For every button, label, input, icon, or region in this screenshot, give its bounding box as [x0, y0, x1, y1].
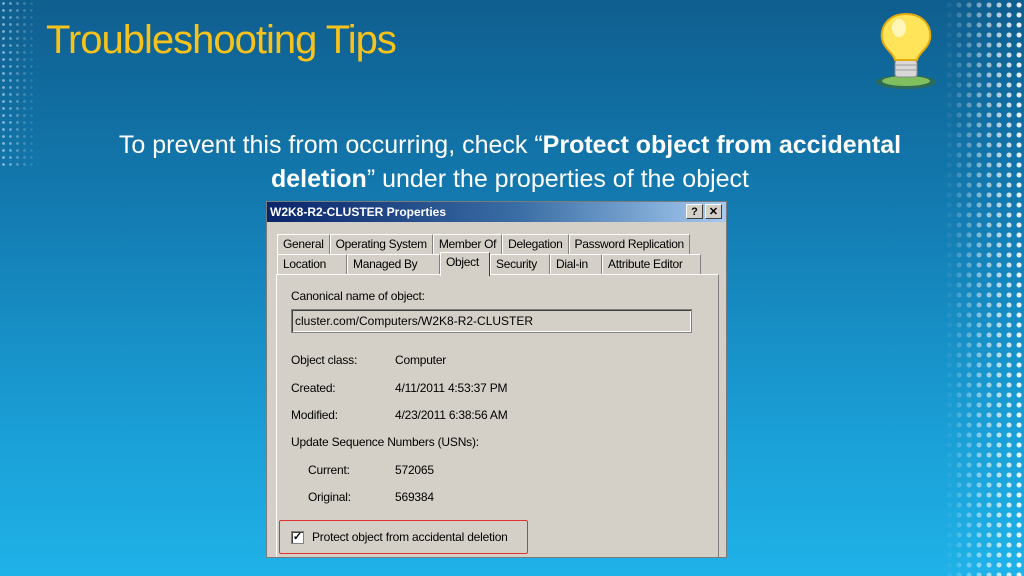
dialog-titlebar: W2K8-R2-CLUSTER Properties ? ✕	[267, 202, 726, 222]
help-button[interactable]: ?	[686, 204, 703, 219]
tab-dial-in[interactable]: Dial-in	[550, 254, 602, 274]
usn-original-label: Original:	[308, 490, 351, 504]
protect-checkbox-label[interactable]: Protect object from accidental deletion	[312, 530, 508, 544]
protect-checkbox[interactable]: ✓	[291, 531, 304, 544]
object-tab-panel: Canonical name of object: cluster.com/Co…	[276, 274, 719, 557]
slide-title: Troubleshooting Tips	[46, 18, 397, 62]
usn-label: Update Sequence Numbers (USNs):	[291, 435, 479, 449]
tab-location[interactable]: Location	[277, 254, 347, 274]
object-class-label: Object class:	[291, 353, 358, 367]
checkmark-icon: ✓	[292, 531, 303, 543]
usn-current-label: Current:	[308, 463, 350, 477]
tab-object[interactable]: Object	[440, 252, 490, 276]
dialog-title: W2K8-R2-CLUSTER Properties	[270, 205, 447, 219]
tab-managed-by[interactable]: Managed By	[347, 254, 440, 274]
usn-current-value: 572065	[395, 463, 434, 477]
tab-operating-system[interactable]: Operating System	[329, 234, 433, 254]
created-value: 4/11/2011 4:53:37 PM	[395, 381, 508, 395]
modified-value: 4/23/2011 6:38:56 AM	[395, 408, 508, 422]
object-class-value: Computer	[395, 353, 447, 367]
canonical-name-label: Canonical name of object:	[291, 289, 425, 303]
created-label: Created:	[291, 381, 336, 395]
close-button[interactable]: ✕	[705, 204, 722, 219]
lightbulb-icon	[876, 12, 936, 89]
tab-attribute-editor[interactable]: Attribute Editor	[602, 254, 701, 274]
tab-delegation[interactable]: Delegation	[502, 234, 569, 254]
body-text-suffix: ” under the properties of the object	[366, 165, 750, 193]
canonical-name-field[interactable]: cluster.com/Computers/W2K8-R2-CLUSTER	[291, 309, 692, 333]
slide-body-text: To prevent this from occurring, check “P…	[100, 128, 920, 196]
tab-security[interactable]: Security	[490, 254, 550, 274]
properties-dialog: W2K8-R2-CLUSTER Properties ? ✕ General O…	[266, 201, 727, 558]
body-text-prefix: To prevent this from occurring, check “	[118, 131, 543, 159]
modified-label: Modified:	[291, 408, 338, 422]
tab-row-1: General Operating System Member Of Deleg…	[277, 234, 690, 254]
tab-row-2: Location Managed By Object Security Dial…	[277, 252, 701, 276]
tab-member-of[interactable]: Member Of	[432, 234, 503, 254]
dot-pattern-left	[0, 0, 40, 170]
tab-general[interactable]: General	[277, 234, 330, 254]
tab-password-replication[interactable]: Password Replication	[568, 234, 690, 254]
dot-pattern-right	[944, 0, 1024, 576]
usn-original-value: 569384	[395, 490, 434, 504]
